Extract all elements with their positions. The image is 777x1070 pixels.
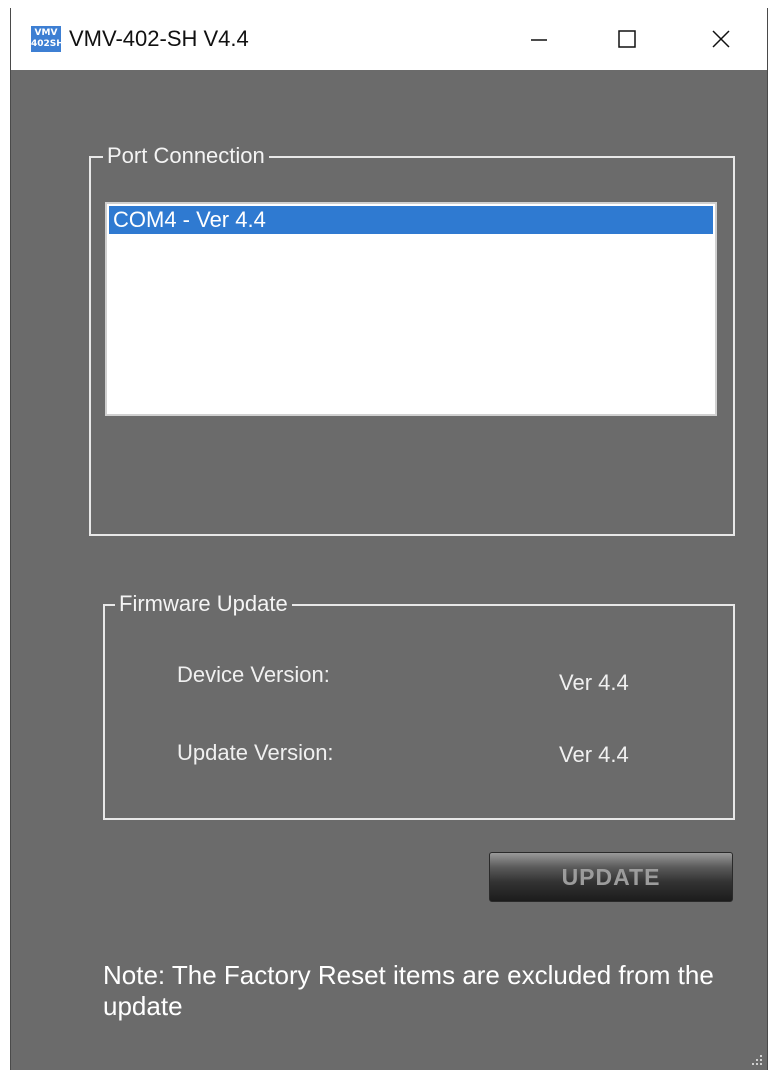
- port-connection-legend: Port Connection: [103, 143, 269, 169]
- close-icon: [712, 30, 730, 48]
- firmware-update-legend: Firmware Update: [115, 591, 292, 617]
- device-version-label: Device Version:: [177, 662, 330, 687]
- device-version-value: Ver 4.4: [559, 670, 629, 695]
- close-button[interactable]: [691, 18, 751, 60]
- update-version-value: Ver 4.4: [559, 742, 629, 767]
- minimize-button[interactable]: [509, 18, 569, 60]
- port-list-item[interactable]: COM4 - Ver 4.4: [109, 206, 713, 234]
- minimize-icon: [531, 39, 547, 41]
- port-list[interactable]: COM4 - Ver 4.4: [105, 202, 717, 416]
- resize-grip-icon[interactable]: [750, 1053, 764, 1067]
- window-title: VMV-402-SH V4.4: [69, 26, 249, 51]
- firmware-update-group: Firmware Update Device Version: Ver 4.4 …: [103, 591, 735, 820]
- maximize-button[interactable]: [597, 18, 657, 60]
- update-version-label: Update Version:: [177, 740, 334, 765]
- port-connection-group: Port Connection COM4 - Ver 4.4: [89, 143, 735, 536]
- title-bar[interactable]: VMV 402SH VMV-402-SH V4.4: [11, 8, 767, 70]
- update-button[interactable]: UPDATE: [489, 852, 733, 902]
- maximize-icon: [618, 30, 636, 48]
- note-text: Note: The Factory Reset items are exclud…: [103, 960, 714, 1021]
- app-window: VMV 402SH VMV-402-SH V4.4 Port Connectio…: [10, 8, 768, 1070]
- app-icon: VMV 402SH: [31, 26, 64, 52]
